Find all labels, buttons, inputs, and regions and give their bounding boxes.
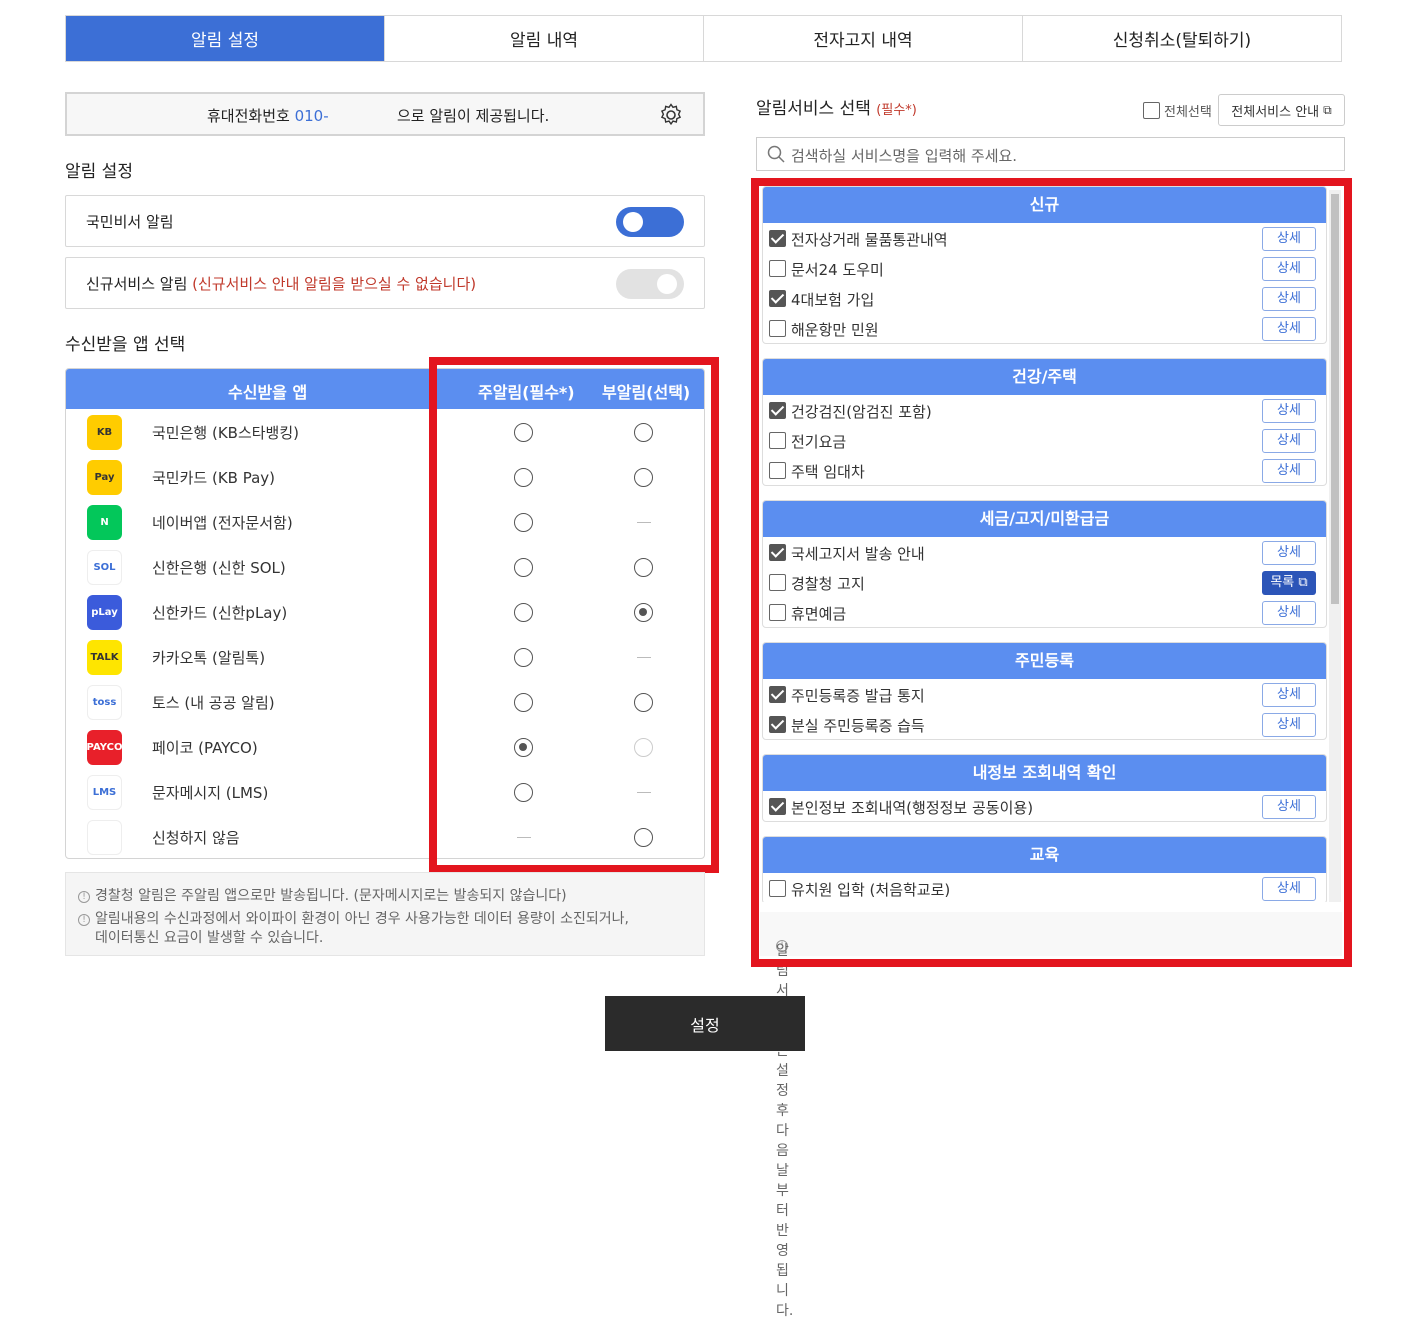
phone-info-box: 휴대전화번호 010- 으로 알림이 제공됩니다. bbox=[65, 92, 705, 136]
app-name: 문자메시지 (LMS) bbox=[152, 784, 269, 802]
app-name: 신청하지 않음 bbox=[152, 829, 240, 847]
app-logo-icon: toss bbox=[87, 685, 122, 720]
new-service-label: 신규서비스 알림 (신규서비스 안내 알림을 받으실 수 없습니다) bbox=[86, 275, 477, 293]
app-name: 페이코 (PAYCO) bbox=[152, 739, 258, 757]
tab-alarm-history[interactable]: 알림 내역 bbox=[385, 16, 704, 61]
all-service-guide-button[interactable]: 전체서비스 안내 ⧉ bbox=[1218, 94, 1345, 126]
app-name: 신한은행 (신한 SOL) bbox=[152, 559, 286, 577]
app-logo-icon: TALK bbox=[87, 640, 122, 675]
app-logo-icon: N bbox=[87, 505, 122, 540]
new-service-toggle[interactable] bbox=[616, 269, 684, 299]
app-name: 토스 (내 공공 알림) bbox=[152, 694, 275, 712]
phone-label: 휴대전화번호 010- bbox=[207, 107, 329, 125]
gear-icon[interactable] bbox=[659, 103, 683, 127]
notes-box: ! 경찰청 알림은 주알림 앱으로만 발송됩니다. (문자메시지로는 발송되지 않… bbox=[65, 872, 705, 956]
app-logo-icon: Pay bbox=[87, 460, 122, 495]
search-placeholder: 검색하실 서비스명을 입력해 주세요. bbox=[791, 147, 1018, 165]
alarm-settings-title: 알림 설정 bbox=[65, 162, 133, 182]
app-name: 국민카드 (KB Pay) bbox=[152, 469, 276, 487]
app-select-title: 수신받을 앱 선택 bbox=[65, 335, 186, 355]
note-1: ! 경찰청 알림은 주알림 앱으로만 발송됩니다. (문자메시지로는 발송되지 않… bbox=[78, 885, 567, 905]
app-name: 신한카드 (신한pLay) bbox=[152, 604, 288, 622]
app-logo-icon: KB bbox=[87, 415, 122, 450]
app-name: 카카오톡 (알림톡) bbox=[152, 649, 266, 667]
phone-number: 010- bbox=[294, 107, 329, 125]
new-service-row: 신규서비스 알림 (신규서비스 안내 알림을 받으실 수 없습니다) bbox=[65, 257, 705, 309]
search-icon bbox=[767, 145, 785, 163]
header-app: 수신받을 앱 bbox=[228, 383, 308, 402]
app-logo-icon: pLay bbox=[87, 595, 122, 630]
tab-cancel-withdraw[interactable]: 신청취소(탈퇴하기) bbox=[1023, 16, 1341, 61]
select-all-checkbox[interactable] bbox=[1143, 102, 1160, 119]
highlight-radio-columns bbox=[429, 357, 719, 873]
new-service-warning: (신규서비스 안내 알림을 받으실 수 없습니다) bbox=[192, 275, 477, 293]
app-logo-icon bbox=[87, 820, 122, 855]
app-name: 네이버앱 (전자문서함) bbox=[152, 514, 293, 532]
highlight-service-list bbox=[751, 178, 1352, 967]
app-logo-icon: PAYCO bbox=[87, 730, 122, 765]
national-secretary-row: 국민비서 알림 bbox=[65, 195, 705, 247]
app-logo-icon: LMS bbox=[87, 775, 122, 810]
national-secretary-toggle[interactable] bbox=[616, 207, 684, 237]
service-search-input[interactable]: 검색하실 서비스명을 입력해 주세요. bbox=[756, 137, 1345, 171]
phone-suffix: 으로 알림이 제공됩니다. bbox=[397, 107, 550, 125]
tab-e-notice-history[interactable]: 전자고지 내역 bbox=[704, 16, 1023, 61]
note-3: 데이터통신 요금이 발생할 수 있습니다. bbox=[95, 930, 324, 946]
service-select-title: 알림서비스 선택 (필수*) bbox=[756, 99, 917, 119]
set-button[interactable]: 설정 bbox=[605, 996, 805, 1051]
app-name: 국민은행 (KB스타뱅킹) bbox=[152, 424, 299, 442]
tab-bar: 알림 설정 알림 내역 전자고지 내역 신청취소(탈퇴하기) bbox=[65, 15, 1342, 62]
select-all[interactable]: 전체선택 bbox=[1143, 101, 1212, 120]
external-link-icon: ⧉ bbox=[1323, 102, 1332, 117]
tab-alarm-settings[interactable]: 알림 설정 bbox=[66, 16, 385, 61]
app-logo-icon: SOL bbox=[87, 550, 122, 585]
note-2: ! 알림내용의 수신과정에서 와이파이 환경이 아닌 경우 사용가능한 데이터 용… bbox=[78, 908, 629, 928]
national-secretary-label: 국민비서 알림 bbox=[86, 213, 174, 231]
